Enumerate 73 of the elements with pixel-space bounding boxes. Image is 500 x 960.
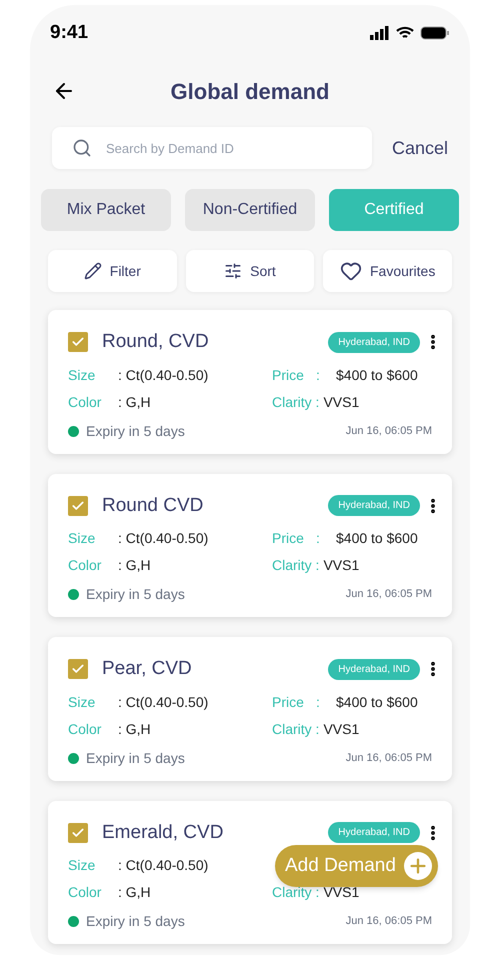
heart-icon [340,260,362,282]
color-label: Color [68,883,102,902]
card-title: Round, CVD [102,330,209,354]
clarity-value: VVS1 [323,392,360,412]
date-text: Jun 16, 06:05 PM [346,914,432,930]
cancel-button[interactable]: Cancel [392,134,448,162]
expiry-text: Expiry in 5 days [86,422,185,441]
action-button[interactable]: Favourites [323,250,452,292]
status-time: 9:41 [50,20,88,45]
checkbox[interactable] [68,659,88,680]
size-label: Size [68,692,96,712]
size-value: : Ct(0.40-0.50) [118,692,208,712]
clarity-label: Clarity : [272,556,320,575]
location-tag: Hyderabad, IND [328,822,420,844]
price-separator: : [316,692,321,712]
size-value: : Ct(0.40-0.50) [118,366,208,385]
page-title: Global demand [170,78,330,106]
location-tag: Hyderabad, IND [328,495,420,516]
clarity-value: VVS1 [323,720,360,738]
color-label: Color [68,720,102,738]
date-text: Jun 16, 06:05 PM [346,587,432,602]
category-tab[interactable]: Mix Packet [41,189,171,231]
checkbox[interactable] [68,822,88,843]
clarity-value: VVS1 [323,556,360,575]
card-title: Pear, CVD [102,657,192,681]
location-tag: Hyderabad, IND [328,658,420,680]
battery-icon [420,26,450,40]
price-separator: : [316,529,321,548]
color-value: : G,H [118,392,151,412]
signal-icon [370,26,390,40]
color-value: : G,H [118,556,151,575]
plus-icon [404,852,432,880]
checkbox[interactable] [68,496,88,516]
check-icon [71,826,85,840]
price-value: $400 to $600 [336,366,418,384]
location-tag: Hyderabad, IND [328,332,420,353]
demand-card[interactable]: Round CVD Hyderabad, IND Size : Ct(0.40-0.50) Price : $400 to $600 Color : G,H Clarity : VVS1 Expiry in 5 days Jun 16, 06:05 PM [48,474,452,617]
action-button[interactable]: Sort [186,250,314,292]
clarity-label: Clarity : [272,392,320,412]
price-value: $400 to $600 [336,692,418,712]
date-text: Jun 16, 06:05 PM [346,424,432,439]
check-icon [71,498,85,513]
checkbox[interactable] [68,332,88,352]
card-title: Round CVD [102,494,204,518]
size-label: Size [68,529,96,548]
demand-card[interactable]: Round, CVD Hyderabad, IND Size : Ct(0.40-0.50) Price : $400 to $600 Color : G,H Clarity : VVS1 Expiry in 5 days Jun 16, 06:05 PM [48,310,452,454]
price-separator: : [316,366,321,384]
expiry-text: Expiry in 5 days [86,585,185,604]
demand-card[interactable]: Pear, CVD Hyderabad, IND Size : Ct(0.40-0.50) Price : $400 to $600 Color : G,H Clarity : VVS1 Expiry in 5 days Jun 16, 06:05 PM [48,637,452,780]
pencil-icon [84,262,102,280]
price-value: $400 to $600 [336,529,418,548]
price-label: Price [272,692,305,712]
size-label: Size [68,856,96,875]
clarity-label: Clarity : [272,720,320,739]
color-value: : G,H [118,720,151,738]
expiry-text: Expiry in 5 days [86,748,185,768]
color-value: : G,H [118,883,151,902]
search-field[interactable]: Search by Demand ID [52,127,372,169]
expiry-text: Expiry in 5 days [86,912,185,931]
size-label: Size [68,366,96,384]
size-value: : Ct(0.40-0.50) [118,529,208,548]
card-title: Emerald, CVD [102,820,224,844]
action-button[interactable]: Filter [48,250,177,292]
price-label: Price [272,366,305,384]
price-label: Price [272,529,305,548]
date-text: Jun 16, 06:05 PM [346,750,432,766]
color-label: Color [68,392,102,412]
search-icon [72,138,92,158]
color-label: Color [68,556,102,575]
category-tab[interactable]: Non-Certified [185,189,315,231]
size-value: : Ct(0.40-0.50) [118,856,208,875]
sliders-icon [224,262,242,280]
wifi-icon [396,26,414,40]
